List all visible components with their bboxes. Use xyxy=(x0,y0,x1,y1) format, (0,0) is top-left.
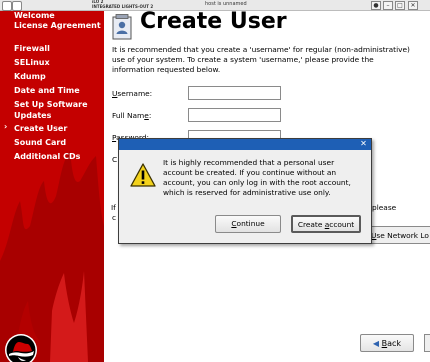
full-name-input[interactable] xyxy=(188,108,281,122)
dialog-message: It is highly recommended that a personal… xyxy=(163,158,351,197)
username-label-text: sername: xyxy=(117,89,153,98)
username-input[interactable] xyxy=(188,86,281,100)
continue-button[interactable]: Continue xyxy=(215,215,281,233)
current-step-arrow-icon: › xyxy=(4,122,8,131)
power-icon[interactable]: ● xyxy=(371,1,381,10)
network-text-please: please xyxy=(372,203,397,212)
network-login-label: se Network Lo xyxy=(376,231,429,240)
firstboot-sidebar: Welcome License Agreement Firewall SELin… xyxy=(0,11,104,362)
create-account-button[interactable]: Create account xyxy=(291,215,361,233)
warning-icon xyxy=(130,163,156,187)
full-name-label: Full Name: xyxy=(112,111,151,120)
forward-button[interactable] xyxy=(424,334,430,352)
sidebar-item-license-agreement: License Agreement xyxy=(14,21,101,30)
user-card-icon xyxy=(112,14,132,40)
dialog-close-icon[interactable]: ✕ xyxy=(359,139,368,149)
back-arrow-icon: ◀ xyxy=(372,339,380,348)
sidebar-item-sound-card: Sound Card xyxy=(14,138,67,147)
sidebar-item-selinux: SELinux xyxy=(14,58,50,67)
redhat-logo xyxy=(5,334,37,362)
intro-text: It is recommended that you create a 'use… xyxy=(112,45,410,74)
continue-label: ontinue xyxy=(236,219,265,228)
use-network-login-button[interactable]: Use Network Lo xyxy=(366,226,430,244)
lock-icon[interactable] xyxy=(12,1,22,11)
close-window-button[interactable]: ✕ xyxy=(408,1,418,10)
sidebar-item-date-and-time: Date and Time xyxy=(14,86,80,95)
network-text-fragment: If xyxy=(111,203,116,212)
sidebar-item-kdump: Kdump xyxy=(14,72,46,81)
create-account-prefix: Create xyxy=(297,220,325,229)
page-title: Create User xyxy=(140,9,287,34)
full-name-label-prefix: Full Nam xyxy=(112,111,145,120)
back-label: ack xyxy=(387,339,402,348)
console-hostname: host is unnamed xyxy=(205,1,247,7)
minimize-button[interactable]: – xyxy=(383,1,393,10)
back-button[interactable]: ◀ Back xyxy=(360,334,414,352)
maximize-button[interactable]: □ xyxy=(395,1,405,10)
pin-icon[interactable] xyxy=(2,1,12,11)
sidebar-item-additional-cds: Additional CDs xyxy=(14,152,81,161)
sidebar-item-firewall: Firewall xyxy=(14,44,50,53)
network-text-fragment-2: c xyxy=(112,213,117,222)
create-account-rest: ccount xyxy=(329,220,355,229)
sidebar-item-create-user: Create User xyxy=(14,124,68,133)
ilo-brand: iLO 2 INTEGRATED LIGHTS-OUT 2 xyxy=(92,0,153,9)
sidebar-item-software-updates: Set Up Software Updates xyxy=(14,100,88,120)
full-name-label-rest: : xyxy=(148,111,152,120)
username-label: Username: xyxy=(112,89,152,98)
dialog-titlebar: ✕ xyxy=(119,139,371,150)
no-user-warning-dialog: ✕ It is highly recommended that a person… xyxy=(118,138,372,244)
confirm-label-fragment: C xyxy=(112,155,118,164)
